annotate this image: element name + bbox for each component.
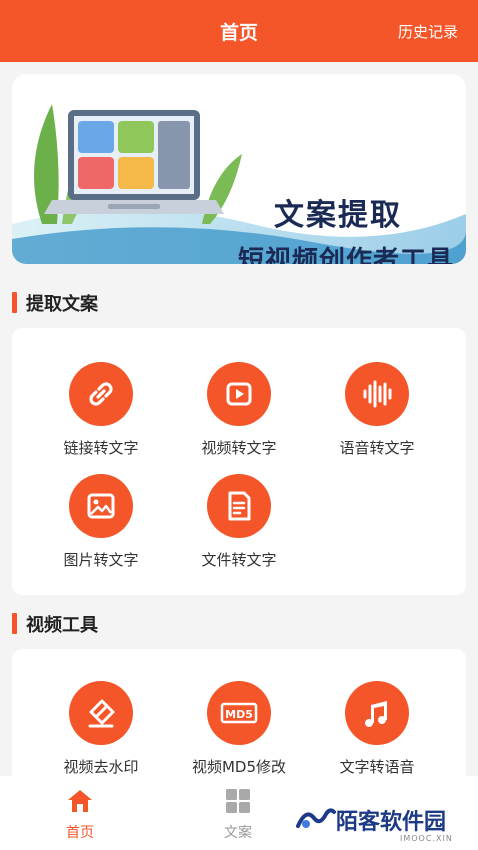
tool-label: 语音转文字 [339,439,415,457]
tool-image-to-text[interactable]: 图片转文字 [31,474,171,570]
tool-label: 视频MD5修改 [191,758,287,776]
audio-wave-icon [345,362,409,426]
nav-label-copy: 文案 [224,825,252,841]
nav-item-home[interactable]: 首页 [40,788,120,842]
grid-icon [226,789,250,813]
tool-text-to-speech[interactable]: 文字转语音 [307,681,447,777]
tool-label: 文字转语音 [339,758,415,776]
video-tools-card: 视频去水印 MD5 视频MD5修改 文字转语音 [12,649,466,776]
watermark: 陌客软件园 IMOOC.XIN [296,804,452,843]
banner-headline: 文案提取 [274,198,402,233]
link-icon [69,362,133,426]
top-app-bar: 首页 历史记录 [0,0,478,62]
nav-label-home: 首页 [66,825,94,841]
image-icon [69,474,133,538]
md5-badge-text: MD5 [225,708,253,721]
tool-label: 图片转文字 [63,551,139,569]
tool-audio-to-text[interactable]: 语音转文字 [307,362,447,458]
section-title-video: 视频工具 [12,611,98,637]
play-icon [207,362,271,426]
tool-label: 链接转文字 [63,439,139,457]
tool-remove-watermark[interactable]: 视频去水印 [31,681,171,777]
tool-file-to-text[interactable]: 文件转文字 [169,474,309,570]
eraser-icon [69,681,133,745]
history-button[interactable]: 历史记录 [398,21,458,42]
promo-banner[interactable]: 文案提取 短视频创作者工具 [12,74,466,264]
tool-label: 视频去水印 [63,758,139,776]
watermark-logo-icon [296,808,336,828]
tool-video-to-text[interactable]: 视频转文字 [169,362,309,458]
tool-md5-modify[interactable]: MD5 视频MD5修改 [169,681,309,777]
section-title-extract: 提取文案 [12,290,98,316]
banner-illustration [12,104,466,264]
music-note-icon [345,681,409,745]
watermark-text: 陌客软件园 [336,810,447,835]
nav-item-copy[interactable]: 文案 [198,788,278,842]
banner-subheadline: 短视频创作者工具 [238,246,455,264]
tool-label: 文件转文字 [201,551,277,569]
home-icon [68,790,92,812]
tool-link-to-text[interactable]: 链接转文字 [31,362,171,458]
extract-tools-card: 链接转文字 视频转文字 语音转文字 图片转文字 文件转文字 [12,328,466,595]
tool-label: 视频转文字 [201,439,277,457]
watermark-subtext: IMOOC.XIN [400,834,453,843]
document-icon [207,474,271,538]
md5-icon: MD5 [207,681,271,745]
